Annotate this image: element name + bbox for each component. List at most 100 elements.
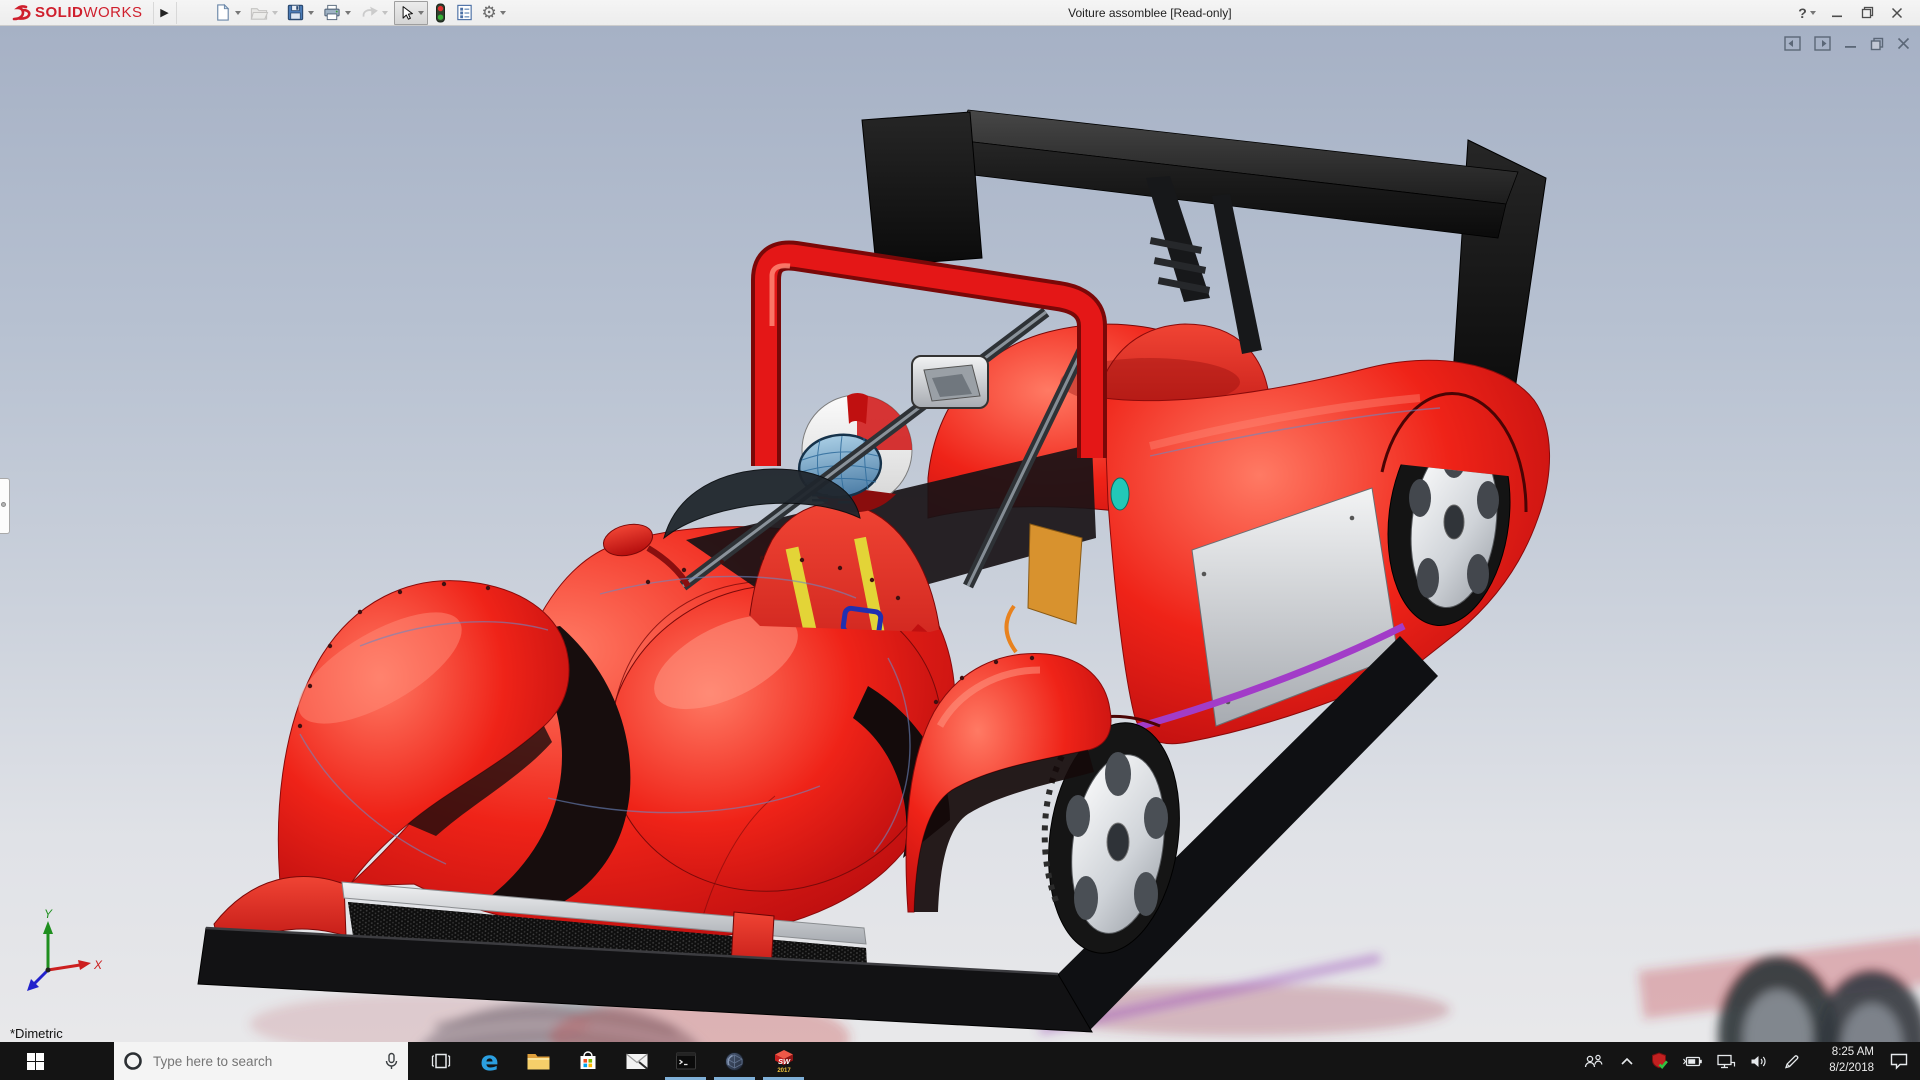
amber-panel — [1027, 523, 1083, 625]
dropdown-caret[interactable] — [1809, 10, 1816, 15]
taskbar-clock[interactable]: 8:25 AM 8/2/2018 — [1808, 1042, 1878, 1080]
solidworks-logo: SOLIDWORKS — [10, 0, 143, 25]
split-right-icon[interactable] — [1814, 36, 1831, 51]
taskbar-app-file-explorer[interactable] — [514, 1042, 563, 1080]
sw-shield-icon — [1651, 1052, 1668, 1070]
toolbar-flyout-arrow[interactable]: ▶ — [152, 1, 177, 24]
titlebar: SOLIDWORKS ▶ ⚙ Voiture assomblee [Read-o… — [0, 0, 1920, 26]
taskbar-search[interactable] — [114, 1042, 408, 1080]
system-tray: 8:25 AM 8/2/2018 — [1577, 1042, 1920, 1080]
new-document-button[interactable] — [211, 1, 243, 25]
logo-text: SOLIDWORKS — [35, 4, 143, 21]
traffic-light-icon — [435, 3, 445, 22]
minimize-button[interactable] — [1822, 1, 1852, 25]
dropdown-caret[interactable] — [417, 10, 424, 15]
show-hidden-icons-button[interactable] — [1610, 1042, 1643, 1080]
solidworks-resource-monitor[interactable] — [1643, 1042, 1676, 1080]
sw-badge-year: 2017 — [777, 1068, 791, 1074]
save-floppy-icon — [287, 4, 303, 21]
teal-gauge — [1110, 477, 1130, 511]
taskbar-app-3d-app[interactable] — [710, 1042, 759, 1080]
command-prompt-icon — [675, 1052, 696, 1070]
select-tool-button[interactable] — [393, 0, 428, 25]
print-button[interactable] — [320, 1, 353, 25]
close-button[interactable] — [1882, 1, 1912, 25]
dropdown-caret[interactable] — [344, 10, 351, 15]
dropdown-caret[interactable] — [234, 10, 241, 15]
start-button[interactable] — [0, 1042, 70, 1080]
dropdown-caret[interactable] — [271, 10, 278, 15]
microphone-icon[interactable] — [384, 1052, 399, 1071]
dropdown-caret[interactable] — [307, 10, 314, 15]
cortana-icon — [124, 1052, 142, 1070]
window-controls: ? — [1792, 1, 1912, 25]
gear-icon: ⚙ — [481, 3, 497, 22]
mail-icon — [625, 1053, 648, 1070]
3d-model-viewport[interactable] — [0, 26, 1920, 1042]
action-center-button[interactable] — [1878, 1042, 1920, 1080]
graphics-area: Y X *Dimetric — [0, 26, 1920, 1042]
network-button[interactable] — [1709, 1042, 1742, 1080]
center-mirror — [911, 355, 989, 409]
file-properties-button[interactable] — [453, 1, 476, 25]
windows-ink-button[interactable] — [1775, 1042, 1808, 1080]
edge-icon: e — [480, 1045, 499, 1077]
ds-logo-mark — [12, 4, 31, 20]
open-button[interactable] — [247, 1, 280, 25]
new-document-icon — [216, 3, 229, 21]
windows-taskbar: e — [0, 1042, 1920, 1080]
action-center-icon — [1890, 1053, 1908, 1070]
chevron-up-icon — [1620, 1057, 1633, 1065]
triad-x-label: X — [93, 958, 103, 972]
save-button[interactable] — [284, 1, 316, 25]
window-title: Voiture assomblee [Read-only] — [1068, 5, 1232, 20]
speaker-icon — [1751, 1055, 1766, 1067]
restore-button[interactable] — [1852, 1, 1882, 25]
undo-button[interactable] — [357, 1, 390, 25]
restore-icon — [1861, 6, 1873, 19]
file-explorer-icon — [527, 1053, 550, 1069]
minimize-icon — [1832, 15, 1842, 17]
solidworks-app-icon: SW 2017 — [774, 1050, 793, 1074]
view-orientation-label: *Dimetric — [10, 1026, 63, 1041]
triad-y-label: Y — [44, 908, 53, 921]
task-view-button[interactable] — [416, 1042, 465, 1080]
pen-icon — [1784, 1055, 1798, 1069]
dropdown-caret[interactable] — [381, 10, 388, 15]
windows-logo-icon — [26, 1052, 44, 1070]
file-properties-icon — [456, 4, 472, 21]
document-window-controls — [1784, 36, 1910, 51]
print-icon — [323, 4, 340, 21]
volume-button[interactable] — [1742, 1042, 1775, 1080]
split-left-icon[interactable] — [1784, 36, 1801, 51]
doc-minimize-icon[interactable] — [1844, 37, 1857, 50]
help-button[interactable]: ? — [1792, 1, 1822, 25]
people-button[interactable] — [1577, 1042, 1610, 1080]
search-input[interactable] — [151, 1052, 376, 1070]
doc-close-icon[interactable] — [1897, 37, 1910, 50]
feature-manager-collapsed-tab[interactable] — [0, 478, 10, 534]
store-icon — [580, 1051, 595, 1069]
doc-restore-icon[interactable] — [1870, 37, 1884, 51]
network-icon — [1716, 1054, 1735, 1068]
battery-button[interactable] — [1676, 1042, 1709, 1080]
taskbar-app-solidworks[interactable]: SW 2017 — [759, 1042, 808, 1080]
close-icon — [1891, 7, 1903, 18]
undo-icon — [362, 6, 378, 17]
taskbar-app-command-prompt[interactable] — [661, 1042, 710, 1080]
sw-badge-label: SW — [777, 1057, 790, 1066]
3d-sphere-icon — [725, 1051, 744, 1071]
task-view-icon — [431, 1053, 450, 1069]
rebuild-button[interactable] — [432, 1, 449, 25]
open-folder-icon — [250, 8, 268, 20]
taskbar-app-store[interactable] — [563, 1042, 612, 1080]
clock-time: 8:25 AM — [1831, 1046, 1874, 1059]
clock-date: 8/2/2018 — [1829, 1062, 1874, 1074]
orientation-triad: Y X — [27, 908, 103, 991]
cursor-select-icon — [402, 5, 413, 20]
battery-icon — [1682, 1056, 1702, 1066]
taskbar-app-mail[interactable] — [612, 1042, 661, 1080]
options-button[interactable]: ⚙ — [480, 1, 508, 25]
dropdown-caret[interactable] — [499, 10, 506, 15]
taskbar-app-edge[interactable]: e — [465, 1042, 514, 1080]
